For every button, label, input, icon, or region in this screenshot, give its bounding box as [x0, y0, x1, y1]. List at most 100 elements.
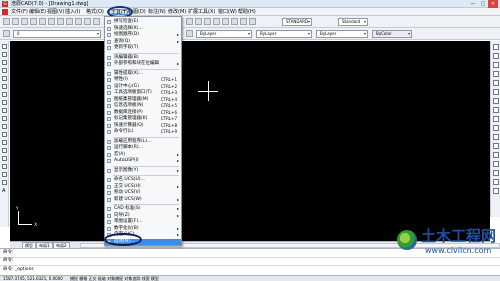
erase-icon[interactable]	[493, 44, 499, 50]
maximize-button[interactable]: □	[478, 0, 488, 8]
tools-menu-item[interactable]: 命令行(L) CTRL+9	[105, 129, 181, 135]
redo-icon[interactable]	[93, 18, 100, 25]
extend-icon[interactable]	[493, 134, 499, 140]
open-file-icon[interactable]	[12, 18, 19, 25]
preview-icon[interactable]	[39, 18, 46, 25]
design-center-icon[interactable]	[231, 18, 238, 25]
tools-menu-item[interactable]: 移动 UCS(V)	[105, 190, 181, 196]
menu-modify[interactable]: 修改(M)	[168, 8, 186, 16]
break-at-point-icon[interactable]	[493, 143, 499, 149]
save-icon[interactable]	[21, 18, 28, 25]
linetype-select[interactable]: ByLayer	[256, 30, 312, 38]
close-button[interactable]: ✕	[488, 0, 498, 8]
revision-cloud-icon[interactable]	[2, 100, 7, 105]
paste-icon[interactable]	[66, 18, 73, 25]
menu-insert[interactable]: 插入(I)	[65, 8, 80, 16]
make-block-icon[interactable]	[2, 140, 7, 145]
ellipse-icon[interactable]	[2, 116, 7, 121]
construction-line-icon[interactable]	[2, 52, 7, 57]
tools-menu-item[interactable]: 更新字段(T)	[105, 45, 181, 51]
tools-menu-item[interactable]: 标记集管理器(K) CTRL+7	[105, 116, 181, 122]
tools-menu-item[interactable]: AutoLISP(I) ▸	[105, 158, 181, 164]
undo-icon[interactable]	[84, 18, 91, 25]
fillet-icon[interactable]	[493, 179, 499, 185]
array-icon[interactable]	[493, 80, 499, 86]
print-icon[interactable]	[30, 18, 37, 25]
layer-select[interactable]: 0	[13, 30, 101, 38]
zoom-window-icon[interactable]	[204, 18, 211, 25]
polyline-icon[interactable]	[2, 60, 7, 65]
circle-icon[interactable]	[2, 92, 7, 97]
layer-manager-icon[interactable]	[3, 30, 10, 37]
spline-icon[interactable]	[2, 108, 7, 113]
arc-icon[interactable]	[2, 84, 7, 89]
minimize-button[interactable]: —	[468, 0, 478, 8]
tools-menu-item[interactable]: 工具选项板窗口(T) CTRL+3	[105, 90, 181, 96]
tools-menu-item[interactable]: 属性提取(X)...	[105, 71, 181, 77]
join-icon[interactable]	[493, 161, 499, 167]
region-icon[interactable]	[2, 172, 7, 177]
break-icon[interactable]	[493, 152, 499, 158]
copy-object-icon[interactable]	[493, 53, 499, 59]
tools-menu-item[interactable]: 外部参照和块在位编辑 ▸	[105, 61, 181, 67]
menu-format[interactable]: 格式(O)	[86, 8, 104, 16]
dim-style-select[interactable]: Standard	[338, 18, 368, 26]
help-icon[interactable]	[249, 18, 256, 25]
new-file-icon[interactable]	[3, 18, 10, 25]
color-select[interactable]: ByLayer	[196, 30, 252, 38]
tools-menu-item[interactable]: 数据库连接(P) CTRL+6	[105, 110, 181, 116]
rectangle-icon[interactable]	[2, 76, 7, 81]
menu-extend-tools[interactable]: 扩展工具(X)	[188, 8, 215, 16]
menu-view[interactable]: 视图(V)	[47, 8, 64, 16]
rotate-icon[interactable]	[493, 98, 499, 104]
mirror-icon[interactable]	[493, 62, 499, 68]
explode-icon[interactable]	[493, 188, 499, 194]
drawing-canvas[interactable]: Y X	[10, 41, 490, 241]
lineweight-select[interactable]: ByLayer	[316, 30, 368, 38]
tools-menu-item[interactable]: 数字化仪(B) ▸	[105, 226, 181, 232]
tools-menu-item[interactable]: 快速选择(K)...	[105, 26, 181, 32]
tools-menu-item[interactable]: CAD 标准(S) ▸	[105, 206, 181, 212]
tools-menu-item[interactable]: 图纸集管理器(M) CTRL+4	[105, 97, 181, 103]
tools-menu-item[interactable]: 快速计算器(Q) CTRL+8	[105, 123, 181, 129]
tools-menu-item[interactable]: 宏(A) ▸	[105, 152, 181, 158]
tools-menu-item[interactable]: 查询(Q) ▸	[105, 39, 181, 45]
pan-icon[interactable]	[186, 18, 193, 25]
tools-menu-item[interactable]: 运行脚本(R)...	[105, 145, 181, 151]
tool-palette-icon[interactable]	[240, 18, 247, 25]
tools-menu-item[interactable]: 显示图像(Y) ▸	[105, 168, 181, 174]
properties-icon[interactable]	[222, 18, 229, 25]
command-input-line[interactable]: 命令: _options	[3, 267, 34, 273]
tools-menu-item[interactable]: 命名 UCS(U)...	[105, 177, 181, 183]
text-style-select[interactable]: STANDARD	[282, 18, 312, 26]
scale-icon[interactable]	[493, 107, 499, 113]
tools-menu-item[interactable]: 加载应用程序(L)...	[105, 139, 181, 145]
point-icon[interactable]	[2, 148, 7, 153]
zoom-icon[interactable]	[195, 18, 202, 25]
tools-menu-item[interactable]: 向导(Z) ▸	[105, 213, 181, 219]
drafting-mode-toggles[interactable]: 捕捉 栅格 正交 极轴 对象捕捉 对象追踪 线宽 模型	[70, 276, 159, 281]
trim-icon[interactable]	[493, 125, 499, 131]
plot-style-select[interactable]: ByColor	[372, 30, 412, 38]
make-current-icon[interactable]	[186, 30, 193, 37]
tools-menu-item[interactable]: 绘图顺序(D) ▸	[105, 32, 181, 38]
menu-help[interactable]: 帮助(H)	[238, 8, 256, 16]
stretch-icon[interactable]	[493, 116, 499, 122]
ellipse-arc-icon[interactable]	[2, 124, 7, 129]
chamfer-icon[interactable]	[493, 170, 499, 176]
tools-menu-item[interactable]: 新建 UCS(W) ▸	[105, 197, 181, 203]
copy-icon[interactable]	[57, 18, 64, 25]
multiline-text-icon[interactable]: A	[2, 188, 7, 194]
tools-menu-item[interactable]: 信息选项板(N) CTRL+5	[105, 103, 181, 109]
tools-menu-item[interactable]: 块编辑器(B)	[105, 55, 181, 61]
hatch-icon[interactable]	[2, 156, 7, 161]
tools-menu-item[interactable]: 特性(I) CTRL+1	[105, 77, 181, 83]
polygon-icon[interactable]	[2, 68, 7, 73]
move-icon[interactable]	[493, 89, 499, 95]
tools-menu-item[interactable]: 正交 UCS(H) ▸	[105, 184, 181, 190]
tools-menu-item[interactable]: 拼写检查(E)	[105, 19, 181, 25]
offset-icon[interactable]	[493, 71, 499, 77]
line-icon[interactable]	[2, 44, 7, 49]
gradient-icon[interactable]	[2, 164, 7, 169]
tools-menu-item[interactable]: 设计中心(G) CTRL+2	[105, 84, 181, 90]
